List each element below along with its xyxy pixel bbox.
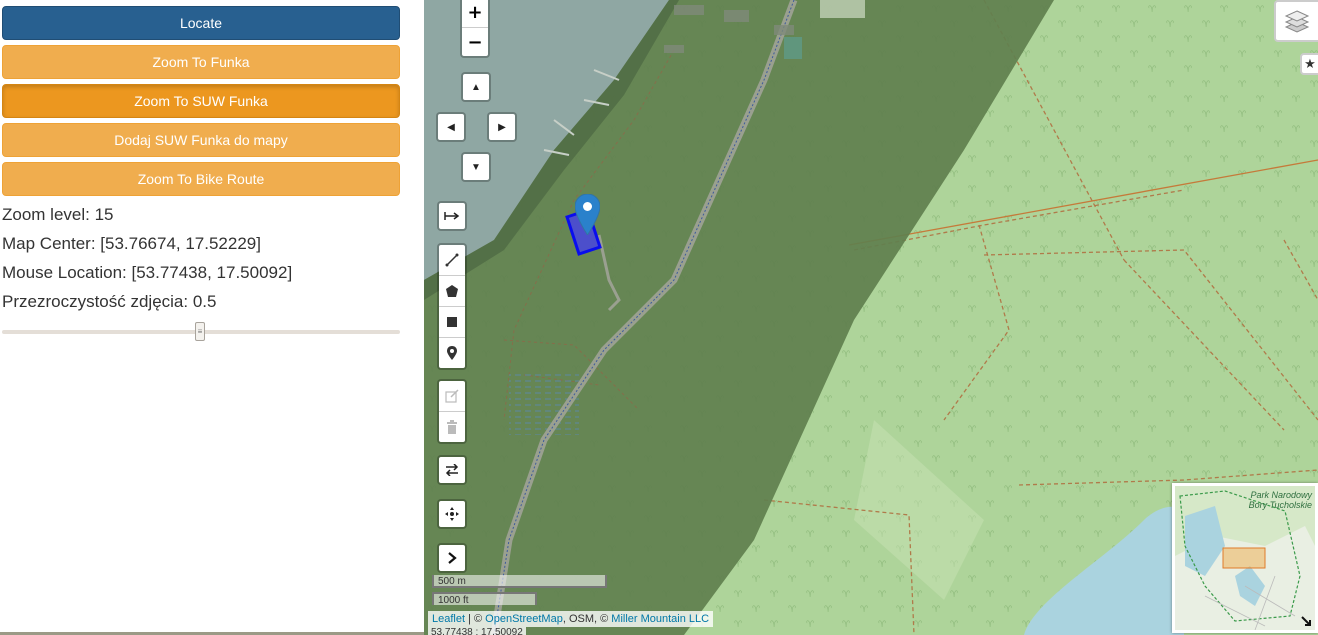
minimap-toggle-icon[interactable] [1301,616,1313,628]
draw-polyline-button[interactable] [439,245,465,276]
swap-button[interactable] [437,455,467,485]
delete-icon [447,420,457,434]
triangle-right-icon: ▶ [498,121,506,133]
locate-button[interactable]: Locate [2,6,400,40]
map-center-text: Map Center: [53.76674, 17.52229] [2,234,261,253]
zoom-control: + − [460,0,490,58]
pan-down-button[interactable]: ▼ [461,152,491,182]
favorites-button[interactable]: ★ [1300,53,1318,75]
openstreetmap-link[interactable]: OpenStreetMap [485,613,563,625]
opacity-slider-handle[interactable]: ≡ [195,322,205,341]
mouse-position-readout: 53.77438 : 17.50092 [428,627,526,635]
edit-layers-button[interactable] [439,381,465,412]
mouse-location-text: Mouse Location: [53.77438, 17.50092] [2,263,293,282]
zoom-out-button[interactable]: − [462,28,488,57]
scale-bar-imperial: 1000 ft [432,592,537,606]
draw-toolbar [437,243,467,370]
triangle-left-icon: ◀ [447,121,455,133]
pan-left-button[interactable]: ◀ [436,112,466,142]
minimap-park-label: Park Narodowy Bory Tucholskie [1248,490,1312,510]
leaflet-link[interactable]: Leaflet [432,613,465,625]
triangle-down-icon: ▼ [471,161,481,173]
draw-polygon-icon [446,285,458,297]
draw-marker-icon [447,346,457,360]
attribution-separator: | © [465,613,486,625]
expand-chevron-icon [448,552,457,564]
map-attribution: Leaflet | © OpenStreetMap, OSM, © Miller… [428,611,714,627]
add-suw-funka-button[interactable]: Dodaj SUW Funka do mapy [2,123,400,157]
triangle-up-icon: ▲ [471,81,481,93]
move-button[interactable] [437,499,467,529]
draw-polyline-icon [445,253,459,267]
map-view[interactable]: ♈ ♈ [424,0,1318,635]
edit-toolbar [437,379,467,444]
edit-icon [445,389,459,403]
pan-right-button[interactable]: ▶ [487,112,517,142]
minimap[interactable]: Park Narodowy Bory Tucholskie [1172,483,1318,633]
layers-button[interactable] [1274,0,1318,42]
scale-bar-metric: 500 m [432,575,607,588]
move-crosshair-icon [445,507,459,521]
measure-line-icon [444,212,460,220]
zoom-in-button[interactable]: + [462,0,488,28]
opacity-label: Przezroczystość zdjęcia: 0.5 [2,292,217,311]
pan-up-button[interactable]: ▲ [461,72,491,102]
zoom-to-bike-route-button[interactable]: Zoom To Bike Route [2,162,400,196]
delete-layers-button[interactable] [439,412,465,442]
draw-rectangle-button[interactable] [439,307,465,338]
zoom-to-funka-button[interactable]: Zoom To Funka [2,45,400,79]
layers-icon [1284,10,1310,33]
draw-rectangle-icon [447,317,457,327]
star-icon: ★ [1304,56,1316,71]
expand-button[interactable] [437,543,467,573]
miller-mountain-link[interactable]: Miller Mountain LLC [611,613,709,625]
zoom-to-suw-funka-button[interactable]: Zoom To SUW Funka [2,84,400,118]
control-panel: Locate Zoom To Funka Zoom To SUW Funka D… [0,0,424,632]
location-marker-icon[interactable] [575,194,600,235]
zoom-level-text: Zoom level: 15 [2,205,114,224]
draw-polygon-button[interactable] [439,276,465,307]
attribution-text: , OSM, © [562,613,612,625]
swap-icon [445,464,459,476]
measure-button[interactable] [437,201,467,231]
draw-marker-button[interactable] [439,338,465,368]
